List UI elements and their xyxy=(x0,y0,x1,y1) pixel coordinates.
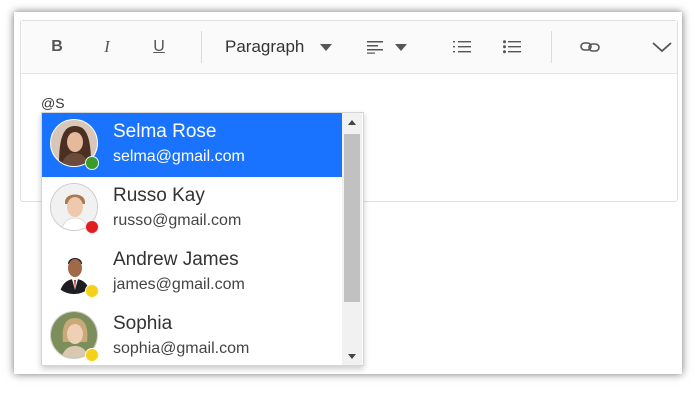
arrow-down-icon xyxy=(348,353,356,359)
more-options-button[interactable] xyxy=(649,21,675,73)
unordered-list-button[interactable] xyxy=(499,21,525,73)
mention-item[interactable]: Andrew James james@gmail.com xyxy=(42,241,342,305)
mention-item[interactable]: Sophia sophia@gmail.com xyxy=(42,305,342,365)
mention-name: Russo Kay xyxy=(113,185,205,206)
caret-down-icon xyxy=(320,43,333,51)
mention-item[interactable]: Russo Kay russo@gmail.com xyxy=(42,177,342,241)
ordered-list-button[interactable] xyxy=(449,21,475,73)
editor-content[interactable]: @S xyxy=(41,95,65,111)
popup-scrollbar[interactable] xyxy=(342,113,362,365)
underline-button[interactable]: U xyxy=(145,21,173,73)
mention-name: Andrew James xyxy=(113,249,239,270)
scrollbar-thumb[interactable] xyxy=(344,134,360,302)
scroll-down-button[interactable] xyxy=(342,347,362,365)
toolbar: B I U Paragraph xyxy=(21,21,677,74)
mention-name: Selma Rose xyxy=(113,121,217,142)
link-icon xyxy=(580,42,600,52)
mention-item[interactable]: Selma Rose selma@gmail.com xyxy=(42,113,342,177)
toolbar-divider xyxy=(551,31,552,63)
scroll-up-button[interactable] xyxy=(342,113,362,131)
unordered-list-icon xyxy=(503,40,521,54)
away-status-icon xyxy=(85,348,99,362)
mention-email: james@gmail.com xyxy=(113,276,245,293)
align-left-icon xyxy=(367,41,383,54)
insert-link-button[interactable] xyxy=(577,21,603,73)
italic-button[interactable]: I xyxy=(93,21,121,73)
busy-status-icon xyxy=(85,220,99,234)
arrow-up-icon xyxy=(348,119,356,125)
alignment-dropdown[interactable] xyxy=(367,21,415,73)
online-status-icon xyxy=(85,156,99,170)
mention-email: sophia@gmail.com xyxy=(113,340,250,357)
away-status-icon xyxy=(85,284,99,298)
toolbar-divider xyxy=(201,31,202,63)
ordered-list-icon xyxy=(453,41,471,53)
caret-down-icon xyxy=(395,43,407,51)
mention-email: russo@gmail.com xyxy=(113,212,242,229)
chevron-down-icon xyxy=(652,42,672,53)
format-label: Paragraph xyxy=(225,37,305,56)
mention-email: selma@gmail.com xyxy=(113,148,245,165)
mention-suggestions-popup: Selma Rose selma@gmail.com Russo Kay rus… xyxy=(41,112,364,366)
mention-name: Sophia xyxy=(113,313,173,334)
format-dropdown[interactable]: Paragraph xyxy=(225,21,345,73)
bold-button[interactable]: B xyxy=(43,21,71,73)
